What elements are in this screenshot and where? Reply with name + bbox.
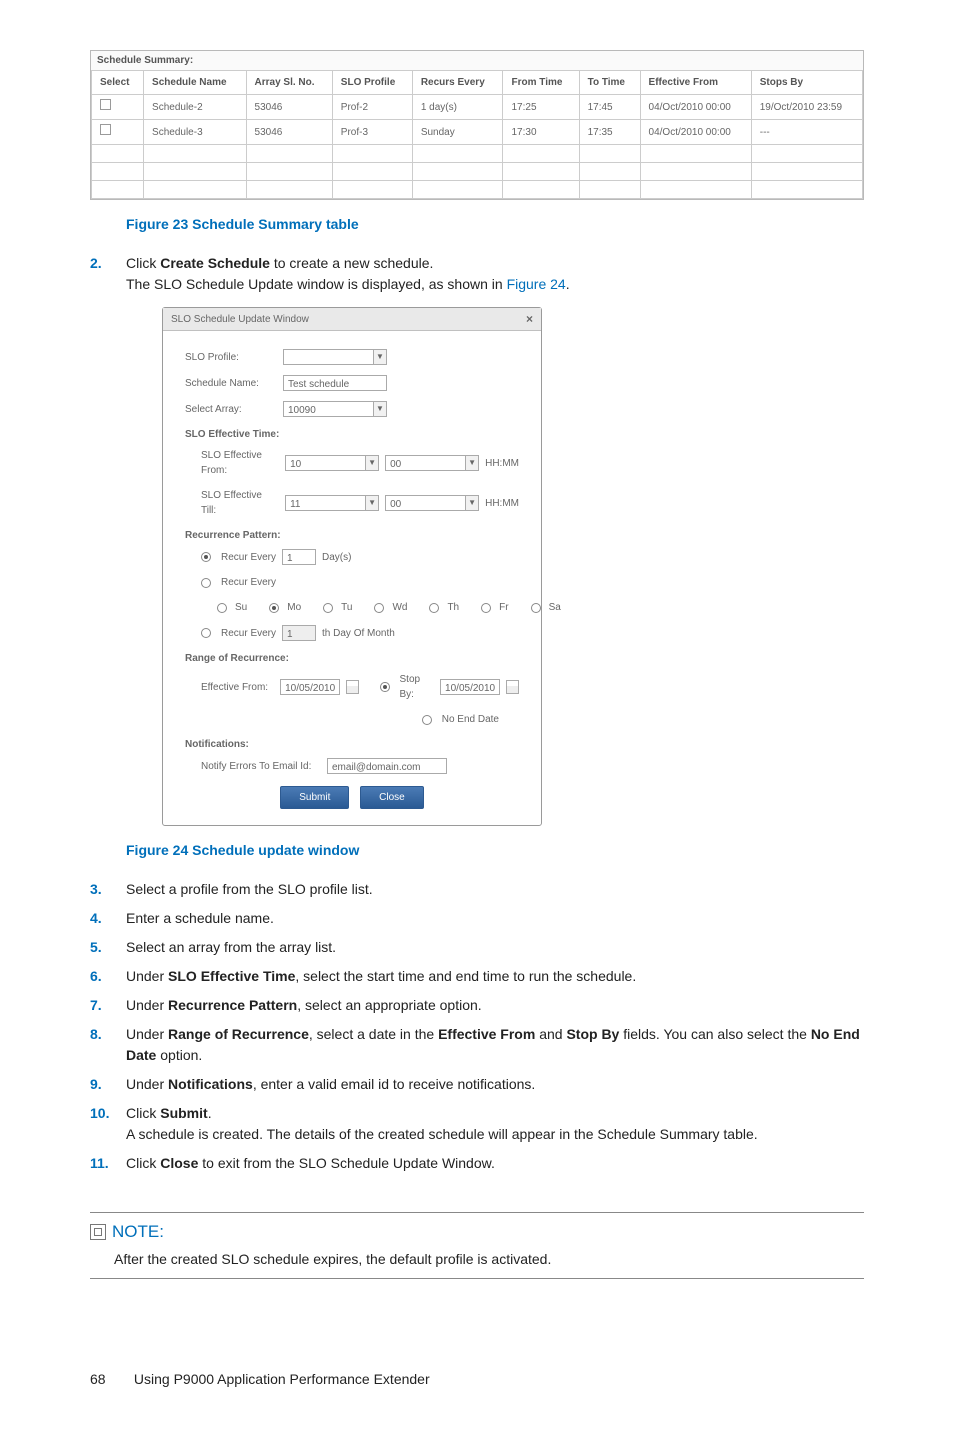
schedule-name-input[interactable]: Test schedule: [283, 375, 387, 391]
day-radio-fr[interactable]: [481, 603, 491, 613]
label-effective-from: Effective From:: [201, 680, 274, 695]
note-block: NOTE: After the created SLO schedule exp…: [90, 1212, 864, 1279]
section-effective-time: SLO Effective Time:: [185, 427, 519, 442]
chevron-down-icon[interactable]: ▼: [465, 455, 479, 471]
table-row: Schedule-3 53046 Prof-3 Sunday 17:30 17:…: [92, 120, 863, 145]
eff-till-min[interactable]: 00▼: [385, 495, 479, 511]
chevron-down-icon[interactable]: ▼: [365, 495, 379, 511]
col-array: Array Sl. No.: [246, 71, 332, 95]
eff-from-hour[interactable]: 10▼: [285, 455, 379, 471]
eff-till-hour[interactable]: 11▼: [285, 495, 379, 511]
day-radio-su[interactable]: [217, 603, 227, 613]
close-button[interactable]: Close: [360, 786, 424, 809]
effective-from-date[interactable]: 10/05/2010: [280, 679, 340, 695]
col-name: Schedule Name: [144, 71, 246, 95]
radio-recur-monthday[interactable]: [201, 628, 211, 638]
radio-recur-weekdays[interactable]: [201, 578, 211, 588]
col-to: To Time: [579, 71, 640, 95]
note-title-text: NOTE:: [112, 1219, 164, 1245]
page-footer: 68 Using P9000 Application Performance E…: [90, 1369, 864, 1390]
step-9: 9.Under Notifications, enter a valid ema…: [90, 1074, 864, 1095]
section-range: Range of Recurrence:: [185, 651, 519, 666]
col-select: Select: [92, 71, 144, 95]
footer-title: Using P9000 Application Performance Exte…: [134, 1371, 430, 1387]
step-5: 5.Select an array from the array list.: [90, 937, 864, 958]
step-3: 3.Select a profile from the SLO profile …: [90, 879, 864, 900]
col-eff: Effective From: [640, 71, 751, 95]
label-schedule-name: Schedule Name:: [185, 376, 277, 391]
dialog-title-text: SLO Schedule Update Window: [171, 312, 309, 327]
radio-recur-days[interactable]: [201, 552, 211, 562]
notify-email-input[interactable]: email@domain.com: [327, 758, 447, 774]
page-number: 68: [90, 1369, 130, 1390]
figure-23-caption: Figure 23 Schedule Summary table: [126, 214, 864, 235]
step-10: 10.Click Submit.A schedule is created. T…: [90, 1103, 864, 1145]
col-recurs: Recurs Every: [412, 71, 503, 95]
chevron-down-icon[interactable]: ▼: [373, 349, 387, 365]
label-select-array: Select Array:: [185, 402, 277, 417]
step-7: 7.Under Recurrence Pattern, select an ap…: [90, 995, 864, 1016]
recur-days-input[interactable]: 1: [282, 549, 316, 565]
chevron-down-icon[interactable]: ▼: [465, 495, 479, 511]
stop-by-date[interactable]: 10/05/2010: [440, 679, 500, 695]
dialog-titlebar: SLO Schedule Update Window ×: [163, 308, 541, 331]
day-radio-th[interactable]: [429, 603, 439, 613]
table-row-empty: [92, 163, 863, 181]
label-slo-profile: SLO Profile:: [185, 350, 277, 365]
calendar-icon[interactable]: [346, 680, 359, 694]
radio-no-end-date[interactable]: [422, 715, 432, 725]
day-radio-mo[interactable]: [269, 603, 279, 613]
step-number: 2.: [90, 253, 102, 274]
day-radio-tu[interactable]: [323, 603, 333, 613]
select-array-dropdown[interactable]: 10090▼: [283, 401, 387, 417]
day-radio-wd[interactable]: [374, 603, 384, 613]
table-row: Schedule-2 53046 Prof-2 1 day(s) 17:25 1…: [92, 95, 863, 120]
step-8: 8.Under Range of Recurrence, select a da…: [90, 1024, 864, 1066]
slo-profile-dropdown[interactable]: ▼: [283, 349, 387, 365]
step-4: 4.Enter a schedule name.: [90, 908, 864, 929]
hhmm-label: HH:MM: [485, 496, 519, 511]
label-notify-email: Notify Errors To Email Id:: [201, 759, 321, 774]
step-2: 2. Click Create Schedule to create a new…: [90, 253, 864, 861]
label-eff-from: SLO Effective From:: [201, 448, 279, 478]
section-recurrence: Recurrence Pattern:: [185, 528, 519, 543]
radio-stop-by[interactable]: [380, 682, 389, 692]
submit-button[interactable]: Submit: [280, 786, 349, 809]
step-11: 11.Click Close to exit from the SLO Sche…: [90, 1153, 864, 1174]
close-icon[interactable]: ×: [526, 310, 533, 328]
note-icon: [90, 1224, 106, 1240]
figure-24-caption: Figure 24 Schedule update window: [126, 840, 864, 861]
table-header-row: Select Schedule Name Array Sl. No. SLO P…: [92, 71, 863, 95]
day-of-month-input[interactable]: 1: [282, 625, 316, 641]
table-row-empty: [92, 181, 863, 199]
eff-from-min[interactable]: 00▼: [385, 455, 479, 471]
calendar-icon[interactable]: [506, 680, 519, 694]
col-profile: SLO Profile: [332, 71, 412, 95]
schedule-summary-table: Schedule Summary: Select Schedule Name A…: [90, 50, 864, 200]
slo-schedule-update-dialog: SLO Schedule Update Window × SLO Profile…: [162, 307, 542, 826]
day-radio-sa[interactable]: [531, 603, 541, 613]
row-checkbox[interactable]: [100, 124, 111, 135]
table-row-empty: [92, 145, 863, 163]
chevron-down-icon[interactable]: ▼: [373, 401, 387, 417]
row-checkbox[interactable]: [100, 99, 111, 110]
col-stops: Stops By: [751, 71, 862, 95]
figure-24-link[interactable]: Figure 24: [507, 276, 566, 292]
section-notifications: Notifications:: [185, 737, 519, 752]
chevron-down-icon[interactable]: ▼: [365, 455, 379, 471]
note-text: After the created SLO schedule expires, …: [114, 1249, 864, 1270]
hhmm-label: HH:MM: [485, 456, 519, 471]
schedule-summary-title: Schedule Summary:: [91, 51, 863, 70]
col-from: From Time: [503, 71, 579, 95]
step-6: 6.Under SLO Effective Time, select the s…: [90, 966, 864, 987]
label-eff-till: SLO Effective Till:: [201, 488, 279, 518]
